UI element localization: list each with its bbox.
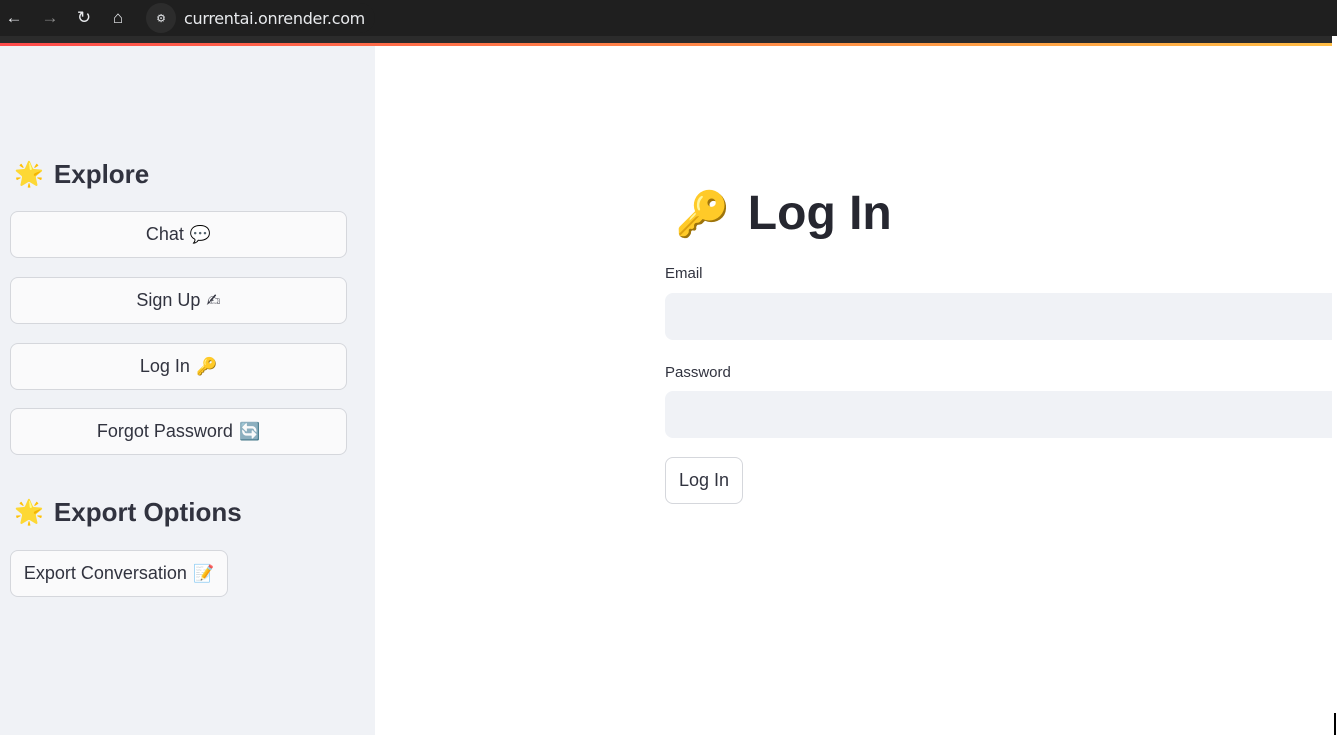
chat-button-label: Chat	[145, 224, 184, 244]
export-options-heading-text: Export Options	[53, 497, 242, 527]
page-title: 🔑 Log In	[675, 186, 892, 241]
address-bar[interactable]: ⚙ currentai.onrender.com	[146, 3, 375, 33]
log-in-nav-button-label: Log In	[139, 356, 190, 376]
log-in-nav-button[interactable]: Log In 🔑	[10, 343, 347, 390]
password-field[interactable]	[665, 391, 1332, 438]
chat-button[interactable]: Chat 💬	[10, 211, 347, 258]
browser-toolbar: ← → ↻ ⌂ ⚙ currentai.onrender.com	[0, 0, 1337, 36]
sidebar: 🌟 Explore Chat 💬 Sign Up ✍ Log In 🔑 Forg…	[0, 46, 375, 735]
site-info-icon[interactable]: ⚙	[146, 3, 176, 33]
explore-heading-text: Explore	[53, 159, 150, 189]
export-options-heading: 🌟 Export Options	[14, 497, 242, 528]
key-icon: 🔑	[195, 356, 218, 376]
forward-arrow-icon[interactable]: →	[36, 4, 64, 32]
email-field[interactable]	[665, 293, 1332, 340]
home-icon[interactable]: ⌂	[104, 4, 132, 32]
window-edge	[1332, 36, 1337, 735]
reload-icon[interactable]: ↻	[70, 4, 98, 32]
text-cursor	[1334, 713, 1336, 735]
key-icon: 🔑	[675, 189, 730, 239]
forgot-password-button[interactable]: Forgot Password 🔄	[10, 408, 347, 455]
sign-up-button[interactable]: Sign Up ✍	[10, 277, 347, 324]
url-text[interactable]: currentai.onrender.com	[184, 9, 365, 28]
glowing-star-icon: 🌟	[14, 161, 44, 188]
main-content: 🔑 Log In Email Password Log In	[375, 46, 1332, 735]
memo-icon: 📝	[192, 563, 215, 583]
explore-heading: 🌟 Explore	[14, 159, 149, 190]
sign-up-button-label: Sign Up	[136, 290, 201, 310]
glowing-star-icon: 🌟	[14, 499, 44, 526]
writing-hand-icon: ✍	[206, 290, 221, 310]
back-arrow-icon[interactable]: ←	[0, 4, 28, 32]
password-label: Password	[665, 364, 731, 381]
email-label: Email	[665, 265, 703, 282]
speech-bubble-icon: 💬	[189, 224, 212, 244]
log-in-submit-button[interactable]: Log In	[665, 457, 743, 504]
export-conversation-button-label: Export Conversation	[23, 563, 187, 583]
refresh-icon: 🔄	[238, 421, 261, 441]
page-title-text: Log In	[747, 187, 892, 240]
export-conversation-button[interactable]: Export Conversation 📝	[10, 550, 228, 597]
forgot-password-button-label: Forgot Password	[96, 421, 233, 441]
app-header-decoration	[0, 36, 1332, 46]
